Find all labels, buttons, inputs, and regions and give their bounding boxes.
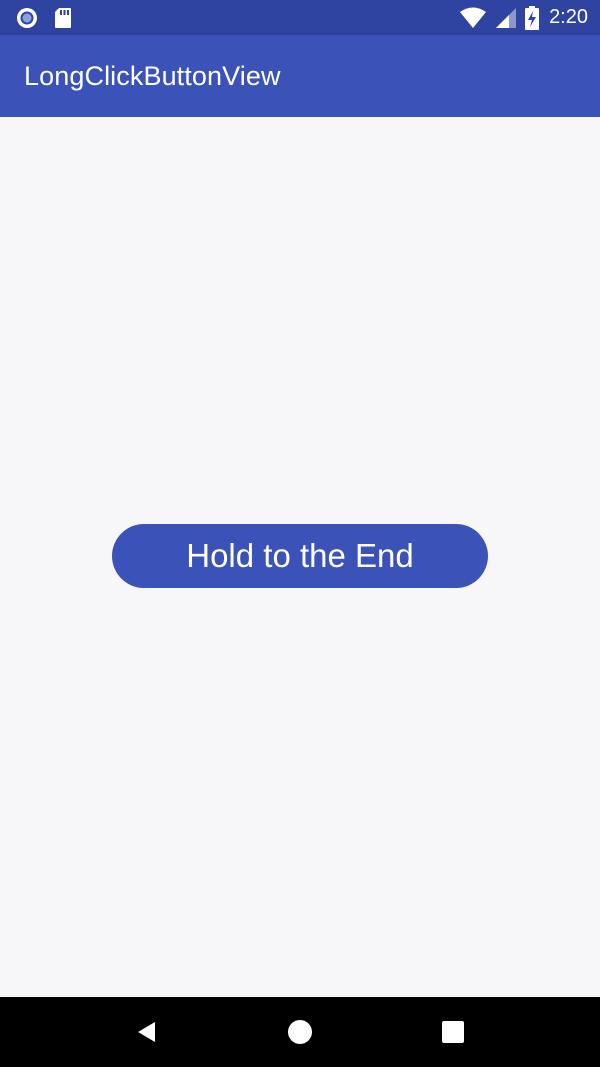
back-button[interactable] xyxy=(117,1002,177,1062)
home-button[interactable] xyxy=(270,1002,330,1062)
main-content: Hold to the End xyxy=(0,117,600,997)
recents-button[interactable] xyxy=(423,1002,483,1062)
wifi-icon xyxy=(459,7,487,29)
home-icon xyxy=(287,1020,312,1044)
app-bar: LongClickButtonView xyxy=(0,35,600,117)
status-bar: 2:20 xyxy=(0,0,600,35)
sd-card-icon xyxy=(54,7,72,29)
back-icon xyxy=(137,1022,155,1042)
cell-signal-icon xyxy=(495,7,517,29)
status-right-icons: 2:20 xyxy=(451,5,588,30)
status-time: 2:20 xyxy=(549,6,588,28)
circle-notification-icon xyxy=(16,7,38,29)
app-title: LongClickButtonView xyxy=(24,60,281,91)
screen: 2:20 LongClickButtonView Hold to the End xyxy=(0,0,600,1067)
battery-charging-icon xyxy=(525,5,540,30)
status-left-icons xyxy=(16,7,88,29)
hold-to-end-button[interactable]: Hold to the End xyxy=(112,524,488,588)
navigation-bar xyxy=(0,997,600,1067)
recents-icon xyxy=(442,1021,465,1043)
